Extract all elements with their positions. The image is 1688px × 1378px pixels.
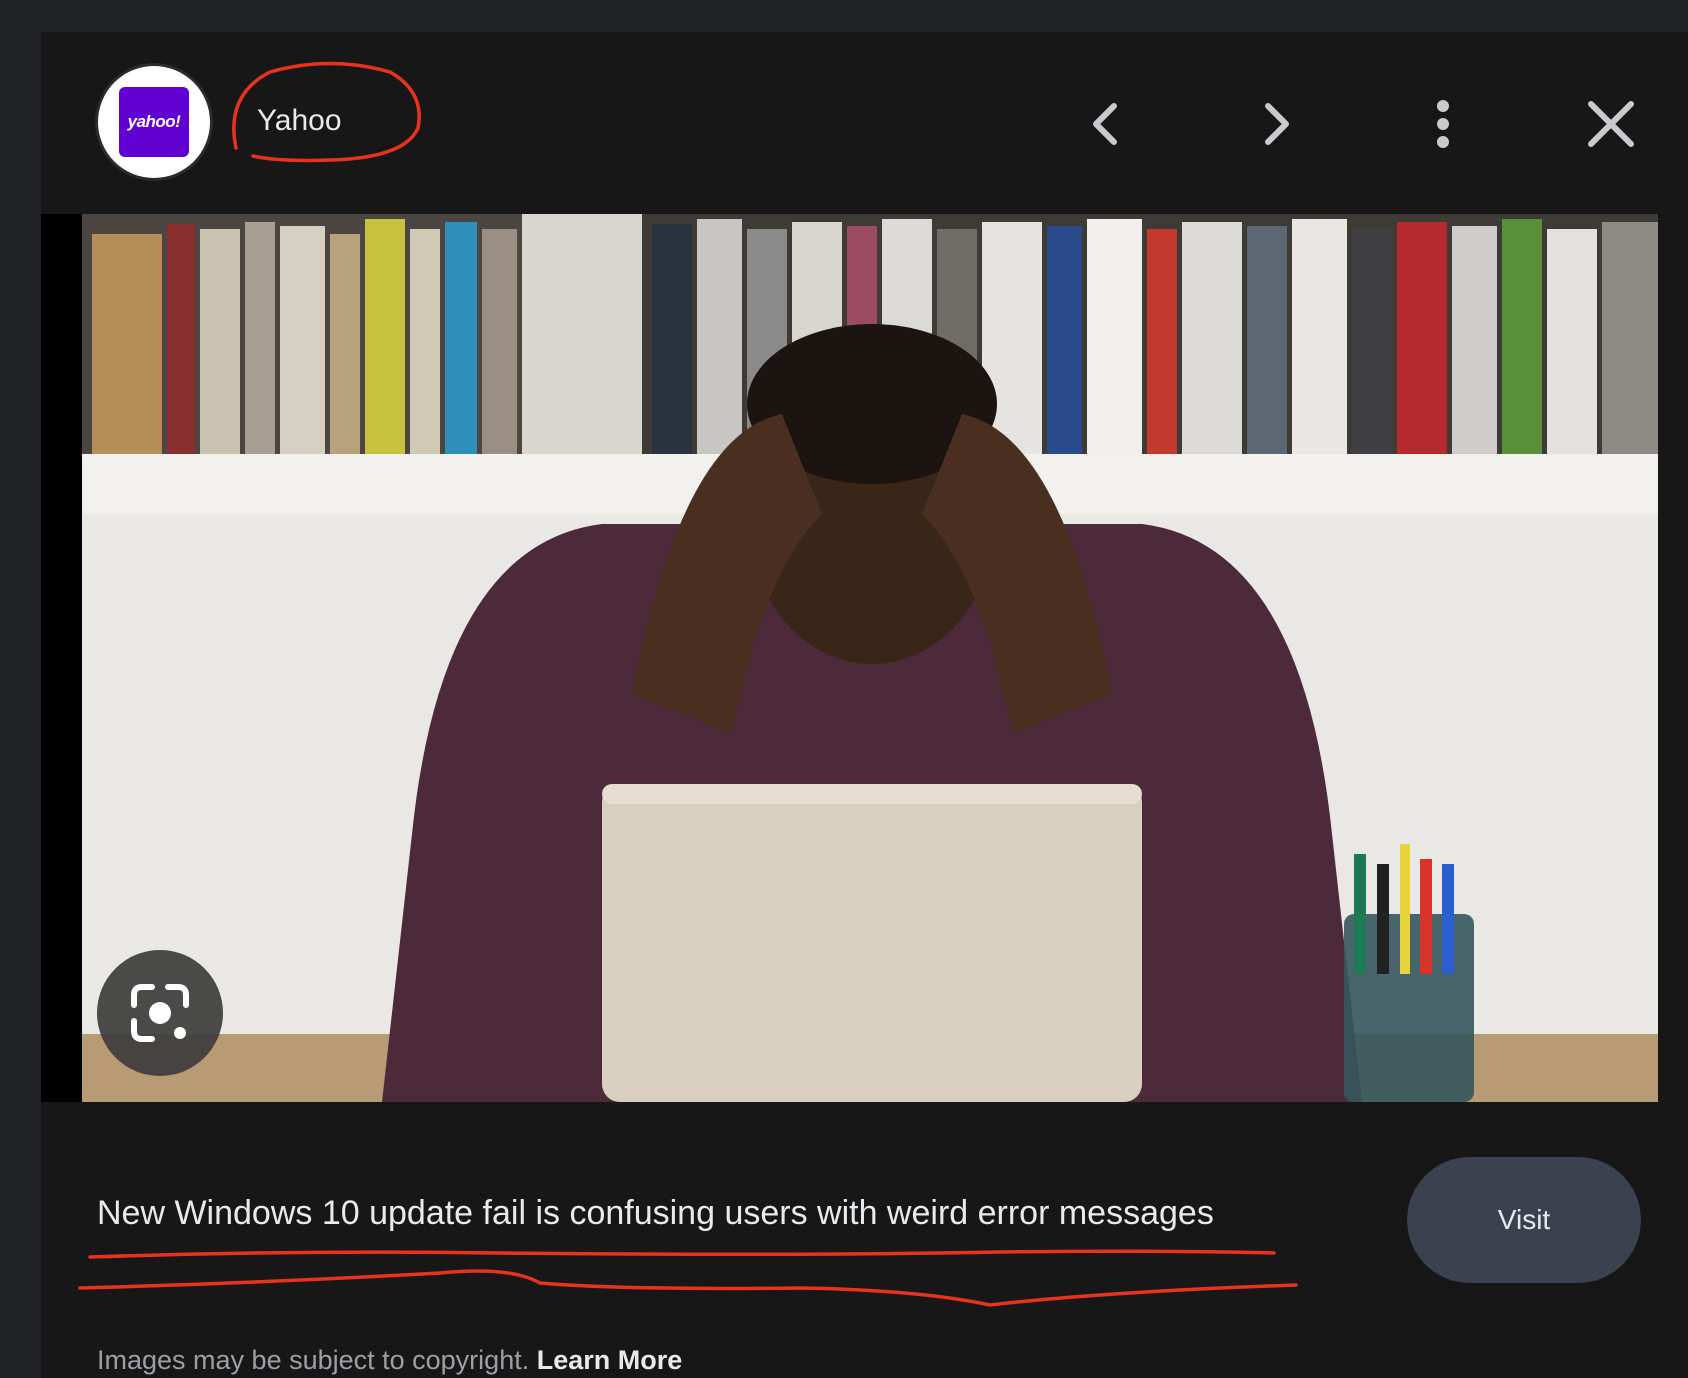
next-button[interactable] [1239,88,1311,160]
preview-image[interactable] [82,214,1658,1102]
visit-button[interactable]: Visit [1407,1157,1641,1283]
source-name[interactable]: Yahoo [257,104,342,138]
learn-more-link[interactable]: Learn More [537,1345,683,1375]
image-container [41,214,1658,1102]
image-title-link[interactable]: New Windows 10 update fail is confusing … [97,1194,1214,1233]
chevron-left-icon [1093,103,1117,145]
more-vertical-icon [1437,100,1449,148]
viewer-header: yahoo! Yahoo [41,32,1688,214]
close-button[interactable] [1575,88,1647,160]
copyright-notice: Images may be subject to copyright. Lear… [97,1345,682,1376]
image-viewer-panel: yahoo! Yahoo New Windows 10 update fail … [41,32,1688,1378]
yahoo-logo: yahoo! [119,87,189,157]
source-favicon[interactable]: yahoo! [98,66,210,178]
copyright-text: Images may be subject to copyright. [97,1345,530,1375]
close-icon [1588,101,1634,147]
google-lens-icon [131,984,189,1042]
chevron-right-icon [1265,103,1289,145]
previous-button[interactable] [1071,88,1143,160]
lens-search-button[interactable] [97,950,223,1076]
more-options-button[interactable] [1407,88,1479,160]
stressed-man-photo [82,214,1658,1102]
